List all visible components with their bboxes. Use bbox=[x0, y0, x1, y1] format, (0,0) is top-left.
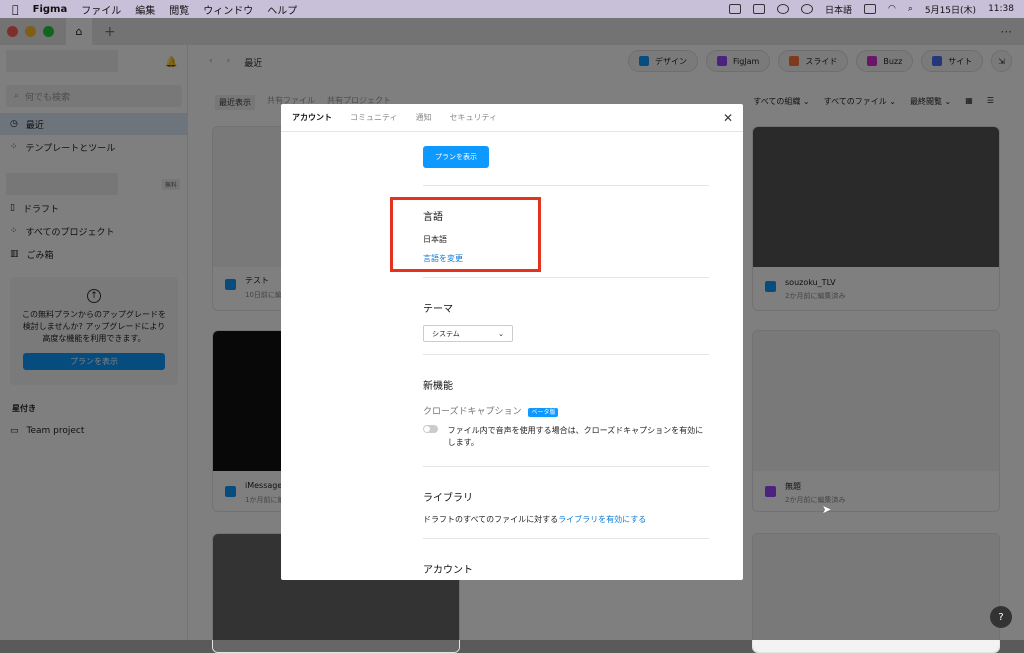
menu-file[interactable]: ファイル bbox=[81, 2, 121, 17]
captions-toggle[interactable] bbox=[423, 425, 438, 433]
status-icon[interactable] bbox=[728, 4, 741, 14]
menu-help[interactable]: ヘルプ bbox=[267, 2, 297, 17]
menu-date[interactable]: 5月15日(木) bbox=[925, 3, 976, 16]
ime-indicator[interactable]: 日本語 bbox=[825, 3, 852, 16]
account-section: アカウント bbox=[423, 561, 709, 576]
enable-library-link[interactable]: ライブラリを有効にする bbox=[558, 515, 646, 524]
play-icon[interactable] bbox=[800, 4, 813, 14]
tab-account[interactable]: アカウント bbox=[292, 112, 332, 123]
battery-icon[interactable] bbox=[863, 4, 876, 14]
apple-icon[interactable]:  bbox=[12, 3, 19, 16]
account-heading: アカウント bbox=[423, 565, 473, 576]
menu-view[interactable]: 閲覧 bbox=[169, 2, 189, 17]
menu-bar:  Figma ファイル 編集 閲覧 ウィンドウ ヘルプ 日本語 ◠ ⌕ 5月1… bbox=[0, 0, 1024, 18]
chevron-down-icon: ⌄ bbox=[498, 329, 504, 338]
library-desc: ドラフトのすべてのファイルに対する bbox=[423, 515, 559, 524]
spotlight-icon[interactable]: ⌕ bbox=[908, 4, 913, 14]
library-heading: ライブラリ bbox=[423, 493, 473, 504]
captions-desc: ファイル内で音声を使用する場合は、クローズドキャプションを有効にします。 bbox=[447, 426, 704, 447]
help-button[interactable]: ? bbox=[990, 606, 1012, 628]
captions-label: クローズドキャプション bbox=[423, 407, 522, 417]
theme-select[interactable]: システム ⌄ bbox=[423, 325, 513, 342]
settings-modal: アカウント コミュニティ 通知 セキュリティ ✕ プランを表示 言語 日本語 言… bbox=[281, 104, 743, 580]
tab-notifications[interactable]: 通知 bbox=[416, 112, 432, 123]
drive-icon[interactable] bbox=[752, 4, 765, 14]
theme-section: テーマ システム ⌄ bbox=[423, 300, 709, 342]
tab-community[interactable]: コミュニティ bbox=[350, 112, 398, 123]
new-features-section: 新機能 クローズドキャプション ベータ版 ファイル内で音声を使用する場合は、クロ… bbox=[423, 377, 709, 449]
menu-edit[interactable]: 編集 bbox=[135, 2, 155, 17]
tab-security[interactable]: セキュリティ bbox=[450, 112, 498, 123]
theme-value: システム bbox=[432, 329, 460, 338]
new-features-heading: 新機能 bbox=[423, 381, 453, 392]
settings-tabs: アカウント コミュニティ 通知 セキュリティ bbox=[281, 104, 743, 132]
divider bbox=[423, 277, 709, 278]
theme-heading: テーマ bbox=[423, 304, 453, 315]
divider bbox=[423, 185, 709, 186]
divider bbox=[423, 538, 709, 539]
divider bbox=[423, 354, 709, 355]
menu-time[interactable]: 11:38 bbox=[988, 4, 1014, 14]
beta-badge: ベータ版 bbox=[528, 408, 559, 417]
menu-app-name[interactable]: Figma bbox=[33, 4, 68, 15]
close-icon[interactable]: ✕ bbox=[723, 111, 733, 125]
view-plans-button[interactable]: プランを表示 bbox=[423, 146, 489, 168]
line-icon[interactable] bbox=[776, 4, 789, 14]
wifi-icon[interactable]: ◠ bbox=[888, 4, 896, 14]
cursor-icon: ➤ bbox=[822, 503, 832, 516]
menu-window[interactable]: ウィンドウ bbox=[203, 2, 253, 17]
library-section: ライブラリ ドラフトのすべてのファイルに対するライブラリを有効にする bbox=[423, 489, 709, 525]
highlight-box bbox=[390, 197, 541, 272]
divider bbox=[423, 466, 709, 467]
